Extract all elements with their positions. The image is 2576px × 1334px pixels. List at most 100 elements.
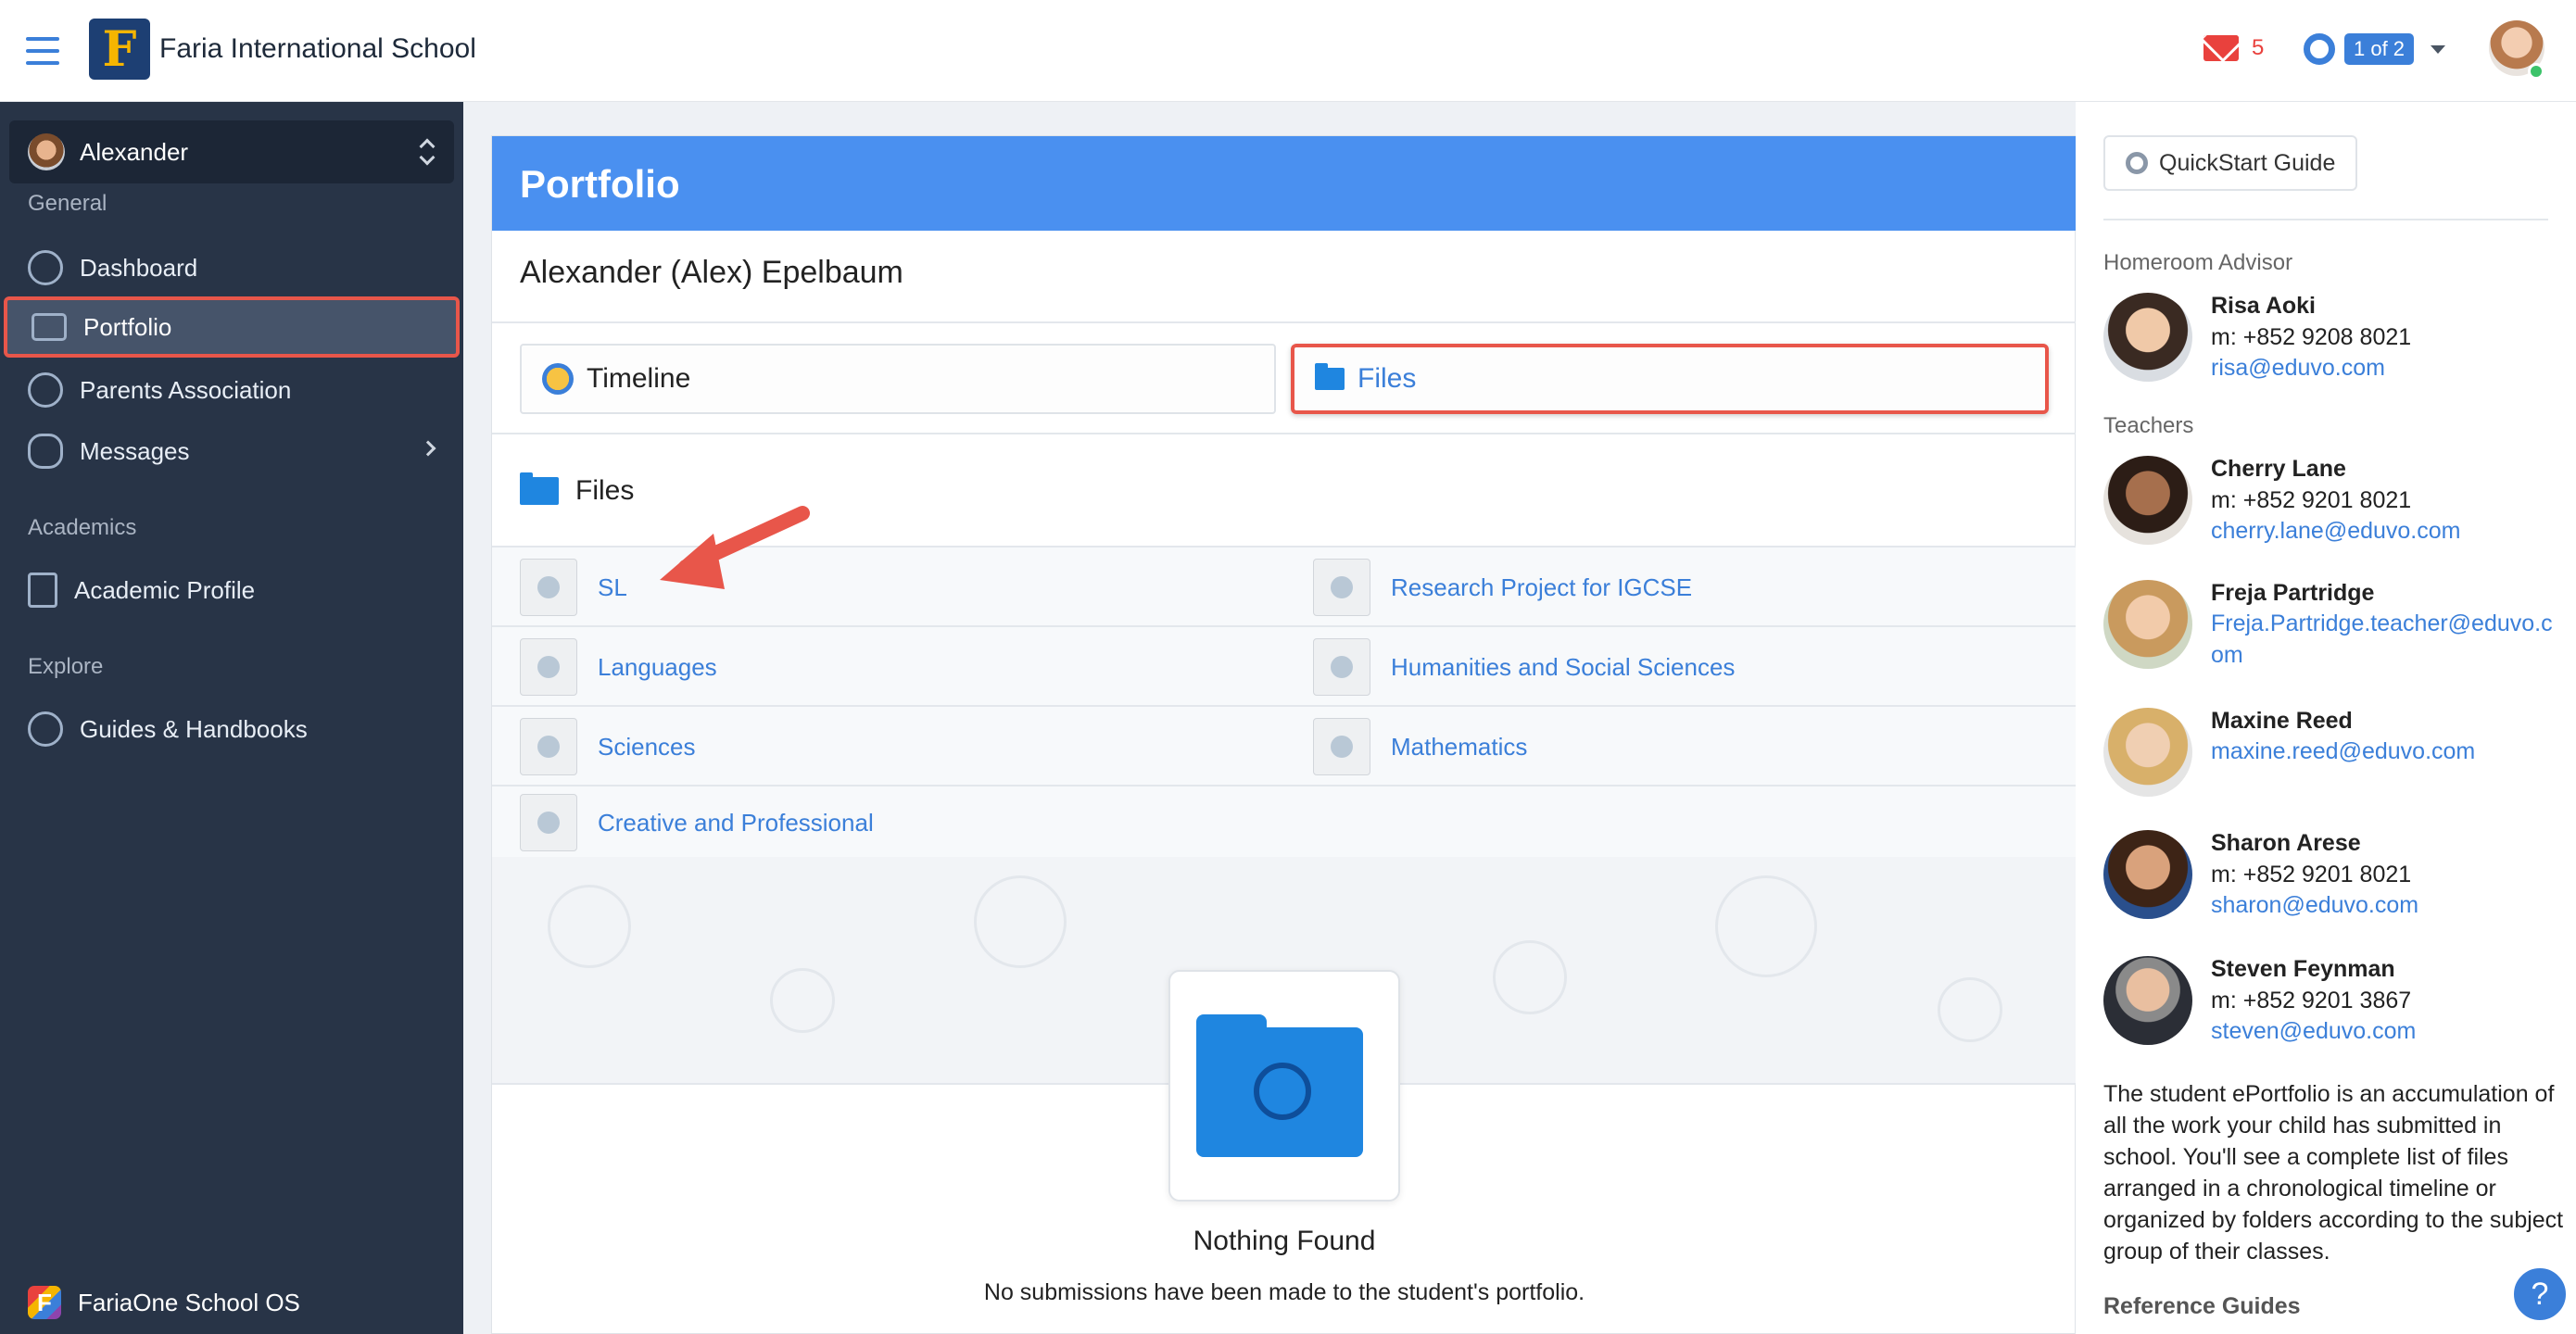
divider — [2103, 219, 2548, 220]
hamburger-menu-icon[interactable] — [26, 37, 59, 65]
lifebuoy-icon — [2126, 152, 2148, 174]
help-question-icon[interactable]: ? — [2511, 1265, 2569, 1323]
person-name: Risa Aoki — [2211, 293, 2317, 319]
files-heading-label: Files — [575, 475, 635, 506]
sidebar-item-messages[interactable]: Messages — [0, 421, 463, 482]
person-phone: m: +852 9208 8021 — [2211, 324, 2412, 350]
globe-folder-icon — [1196, 1014, 1363, 1157]
empty-state-title: Nothing Found — [1193, 1226, 1376, 1256]
folder-item-mathematics[interactable]: Mathematics — [1313, 707, 1527, 787]
fariaone-app-link[interactable]: FariaOne School OS — [28, 1286, 300, 1319]
teacher-photo — [2103, 456, 2192, 545]
folder-name: SL — [598, 573, 627, 601]
folder-name: Humanities and Social Sciences — [1391, 652, 1736, 681]
section-label-general: General — [28, 191, 107, 216]
folder-icon — [520, 472, 559, 505]
section-label-explore: Explore — [28, 654, 104, 679]
quickstart-guide-button[interactable]: QuickStart Guide — [2103, 135, 2358, 191]
fariaone-label: FariaOne School OS — [78, 1288, 300, 1316]
folder-item-humanities[interactable]: Humanities and Social Sciences — [1313, 627, 1735, 707]
tab-timeline[interactable]: Timeline — [520, 344, 1276, 414]
folder-item-sl[interactable]: SL — [520, 547, 627, 627]
folder-row: Languages Humanities and Social Sciences — [492, 625, 2077, 705]
person-phone: m: +852 9201 3867 — [2211, 988, 2412, 1013]
folder-item-languages[interactable]: Languages — [520, 627, 717, 707]
lifebuoy-icon — [2304, 33, 2335, 65]
sidebar-item-guides-handbooks[interactable]: Guides & Handbooks — [0, 698, 463, 760]
person-email-link[interactable]: Freja.Partridge.teacher@eduvo.com — [2211, 608, 2563, 671]
sidebar-item-label: Portfolio — [83, 312, 172, 341]
mail-icon — [2203, 35, 2239, 61]
folder-thumbnail-icon — [520, 638, 577, 696]
dashboard-icon — [28, 250, 63, 285]
tab-label: Files — [1357, 363, 1417, 394]
sidebar-item-dashboard[interactable]: Dashboard — [0, 237, 463, 298]
school-logo[interactable]: F — [89, 19, 150, 80]
sidebar: Alexander General Dashboard Portfolio Pa… — [0, 102, 463, 1334]
student-avatar — [28, 133, 65, 170]
folder-name: Sciences — [598, 732, 696, 761]
mail-button[interactable]: 5 — [2203, 35, 2264, 61]
portfolio-description: The student ePortfolio is an accumulatio… — [2103, 1081, 2564, 1265]
person-email-link[interactable]: steven@eduvo.com — [2211, 1015, 2563, 1047]
folder-item-research-project[interactable]: Research Project for IGCSE — [1313, 547, 1692, 627]
sidebar-item-label: Parents Association — [80, 375, 292, 404]
student-name: Alexander (Alex) Epelbaum — [520, 255, 903, 290]
folder-item-creative-professional[interactable]: Creative and Professional — [520, 787, 874, 859]
quickstart-label: QuickStart Guide — [2159, 149, 2336, 176]
user-switcher-name: Alexander — [80, 137, 189, 166]
homeroom-label: Homeroom Advisor — [2103, 250, 2293, 275]
person-email-link[interactable]: cherry.lane@eduvo.com — [2211, 515, 2563, 547]
folder-name: Research Project for IGCSE — [1391, 573, 1693, 601]
divider — [492, 433, 2077, 434]
decorative-pattern — [1715, 875, 1817, 977]
sidebar-item-portfolio[interactable]: Portfolio — [4, 296, 460, 358]
person-email-link[interactable]: maxine.reed@eduvo.com — [2211, 736, 2563, 767]
folder-name: Creative and Professional — [598, 808, 874, 837]
sidebar-item-academic-profile[interactable]: Academic Profile — [0, 560, 463, 621]
sidebar-item-label: Dashboard — [80, 253, 198, 282]
pager-badge: 1 of 2 — [2344, 33, 2415, 65]
tab-label: Timeline — [587, 363, 691, 394]
person-email-link[interactable]: sharon@eduvo.com — [2211, 889, 2563, 921]
page-title: Portfolio — [520, 162, 680, 206]
decorative-pattern — [548, 885, 631, 968]
user-switcher[interactable]: Alexander — [9, 120, 454, 183]
folder-row: Creative and Professional — [492, 785, 2077, 857]
help-pager-button[interactable]: 1 of 2 — [2304, 33, 2446, 65]
person-name: Freja Partridge — [2211, 580, 2375, 606]
briefcase-icon — [32, 313, 67, 341]
timeline-clock-icon — [542, 363, 574, 395]
folder-name: Languages — [598, 652, 717, 681]
reference-guides-heading: Reference Guides — [2103, 1293, 2301, 1319]
up-down-chevron-icon — [419, 137, 434, 167]
handbook-icon — [28, 711, 63, 747]
online-status-dot — [2528, 63, 2544, 80]
folder-name: Mathematics — [1391, 732, 1528, 761]
folder-thumbnail-icon — [1313, 559, 1370, 616]
folder-icon — [1315, 363, 1345, 390]
tab-files[interactable]: Files — [1291, 344, 2049, 414]
person-name: Steven Feynman — [2211, 956, 2395, 982]
teacher-photo — [2103, 708, 2192, 797]
empty-state-card — [1168, 970, 1400, 1202]
section-label-academics: Academics — [28, 515, 137, 540]
decorative-pattern — [770, 968, 835, 1033]
teacher-photo — [2103, 580, 2192, 669]
sidebar-item-label: Guides & Handbooks — [80, 714, 308, 743]
teachers-label: Teachers — [2103, 413, 2194, 438]
divider — [492, 321, 2077, 323]
folder-thumbnail-icon — [1313, 638, 1370, 696]
globe-icon — [1254, 1063, 1311, 1120]
folder-item-sciences[interactable]: Sciences — [520, 707, 696, 787]
person-email-link[interactable]: risa@eduvo.com — [2211, 352, 2563, 384]
school-name: Faria International School — [159, 33, 476, 64]
mail-count: 5 — [2252, 35, 2265, 60]
caret-down-icon — [2431, 44, 2446, 54]
advisor-photo — [2103, 293, 2192, 382]
chevron-right-icon — [420, 440, 436, 457]
sidebar-item-parents-association[interactable]: Parents Association — [0, 359, 463, 421]
decorative-pattern — [1493, 940, 1567, 1014]
decorative-pattern — [1938, 977, 2002, 1042]
teacher-photo — [2103, 956, 2192, 1045]
